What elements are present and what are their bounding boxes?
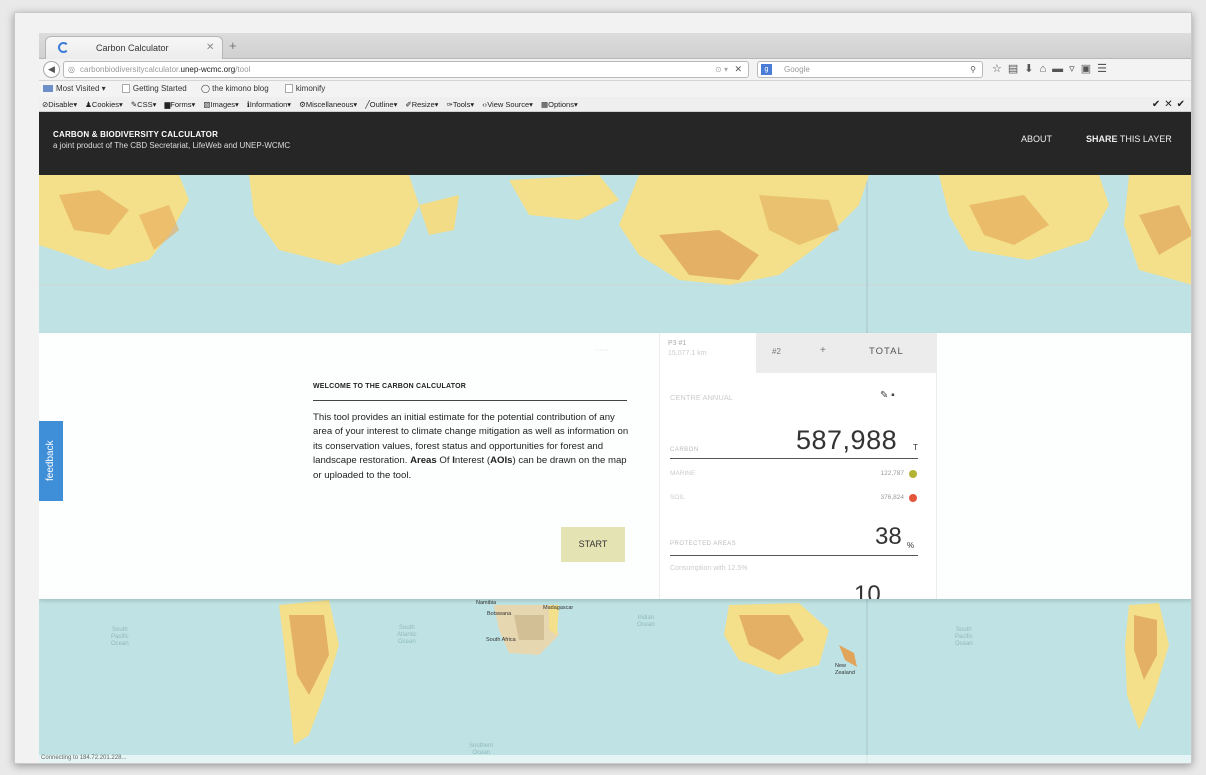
carbon-divider <box>670 458 918 459</box>
url-bar[interactable]: ◎ carbonbiodiversitycalculator.unep-wcmc… <box>63 61 749 78</box>
map-label-namibia: Namibia <box>476 600 497 606</box>
page-icon <box>121 84 130 93</box>
search-icon[interactable]: ⚲ <box>970 62 976 77</box>
devtool-cookies[interactable]: ♟Cookies▾ <box>85 100 123 109</box>
map-label-botswana: Botswana <box>487 611 512 617</box>
about-link[interactable]: ABOUT <box>1021 134 1052 144</box>
download-icon[interactable]: ⬇ <box>1024 63 1039 75</box>
url-path: /tool <box>235 65 251 74</box>
map-label-south-pacific: South Pacific Ocean <box>111 627 129 647</box>
toolbar-icons: ☆▤⬇⌂▬▿▣☰ <box>992 62 1113 75</box>
browser-window: Carbon Calculator ✕ + ◀ ◎ carbonbiodiver… <box>39 33 1191 763</box>
carbon-label: CARBON <box>670 447 699 453</box>
kimono-icon: ◯ <box>200 84 210 93</box>
map-label-south-pacific-2: South Pacific Ocean <box>955 627 973 647</box>
add-aoi-button[interactable]: + <box>820 345 826 356</box>
tab-aoi-2[interactable]: #2 <box>772 347 781 356</box>
bookmark-star-icon[interactable]: ☆ <box>992 63 1008 75</box>
map-label-new-zealand: New Zealand <box>835 663 855 676</box>
new-tab-icon[interactable]: + <box>229 38 237 53</box>
devtool-forms[interactable]: ▆Forms▾ <box>164 100 195 109</box>
carbon-sub-row-2: SOIL 376,824 <box>670 494 918 502</box>
url-prefix: carbonbiodiversitycalculator. <box>80 65 181 74</box>
status-bar: Connecting to 184.72.201.228... <box>39 755 1191 763</box>
search-bar[interactable]: g Google ⚲ <box>757 61 983 78</box>
tab-group: #2 + TOTAL <box>756 333 936 373</box>
edit-icon[interactable]: ✎ <box>880 390 888 401</box>
close-tab-icon[interactable]: ✕ <box>206 42 214 53</box>
devtool-options[interactable]: ▦Options▾ <box>541 100 578 109</box>
trash-icon[interactable]: ▪ <box>891 390 895 401</box>
folder-icon <box>43 85 53 92</box>
protected-areas-unit: % <box>907 541 915 550</box>
globe-icon: ◎ <box>68 65 75 74</box>
tab-aoi-1[interactable]: P3 #1 15,077.1 km <box>668 339 707 359</box>
loading-spinner-icon <box>58 42 69 53</box>
screenshot-frame: Carbon Calculator ✕ + ◀ ◎ carbonbiodiver… <box>14 12 1192 764</box>
extension-icon[interactable]: ▬ <box>1052 63 1069 75</box>
navigation-bar: ◀ ◎ carbonbiodiversitycalculator.unep-wc… <box>39 59 1191 81</box>
app-title[interactable]: CARBON & BIODIVERSITY CALCULATOR <box>53 130 218 139</box>
welcome-panel: WELCOME TO THE CARBON CALCULATOR This to… <box>39 333 1191 599</box>
protected-areas-label: PROTECTED AREAS <box>670 541 737 547</box>
back-button[interactable]: ◀ <box>43 61 60 78</box>
devtool-miscellaneous[interactable]: ⚙Miscellaneous▾ <box>299 100 357 109</box>
protected-areas-value: 38 <box>875 523 902 550</box>
bookmark-most-visited[interactable]: Most Visited ▾ <box>39 84 106 93</box>
devtool-status-icons: ✔✕✔ <box>1151 99 1189 110</box>
devtool-css[interactable]: ✎CSS▾ <box>131 100 156 109</box>
search-engine-icon[interactable]: g <box>761 64 772 75</box>
devtool-tools[interactable]: ✑Tools▾ <box>447 100 475 109</box>
next-metric-value: 10 <box>854 581 881 599</box>
devtool-outline[interactable]: ╱Outline▾ <box>365 100 397 109</box>
welcome-divider <box>313 400 627 401</box>
results-panel: P3 #1 15,077.1 km #2 + TOTAL CENTRE ANNUA… <box>659 333 937 599</box>
menu-icon[interactable]: ☰ <box>1097 63 1113 75</box>
devtool-information[interactable]: ℹInformation▾ <box>247 100 291 109</box>
carbon-unit: T <box>913 443 918 452</box>
map-label-south-africa: South Africa <box>486 637 516 643</box>
devtool-images[interactable]: ▧Images▾ <box>203 100 238 109</box>
addon-icon[interactable]: ▣ <box>1081 63 1097 75</box>
protected-areas-divider <box>670 555 918 556</box>
app-subtitle: a joint product of The CBD Secretariat, … <box>53 141 291 150</box>
feedback-tab[interactable]: feedback <box>39 421 63 501</box>
bookmark-kimono-blog[interactable]: ◯ the kimono blog <box>201 84 269 93</box>
carbon-value: 587,988 <box>796 425 898 455</box>
bookmark-kimonify[interactable]: kimonify <box>283 84 325 93</box>
tab-faded: ······ <box>595 347 609 354</box>
map-label-south-atlantic: South Atlantic Ocean <box>397 625 417 645</box>
dropdown-icon[interactable]: ⊙ ▾ <box>715 62 728 77</box>
page-icon <box>284 84 293 93</box>
aoi-name-field[interactable]: CENTRE ANNUAL <box>670 393 910 402</box>
search-placeholder: Google <box>784 65 810 74</box>
web-developer-toolbar: ⊘Disable▾ ♟Cookies▾ ✎CSS▾ ▆Forms▾ ▧Image… <box>39 97 1191 112</box>
map-label-indian-ocean: Indian Ocean <box>637 615 655 628</box>
map-label-madagascar: Madagascar <box>543 605 574 611</box>
status-dot-icon <box>909 494 917 502</box>
tab-title: Carbon Calculator <box>96 43 169 53</box>
share-layer-link[interactable]: SHARE THIS LAYER <box>1086 134 1172 144</box>
start-button[interactable]: START <box>561 527 625 562</box>
bookmarks-bar: Most Visited ▾ Getting Started ◯ the kim… <box>39 81 1191 97</box>
carbon-sub-row-1: MARINE 122,787 <box>670 470 918 478</box>
aoi-actions: ✎ ▪ <box>880 390 895 401</box>
devtool-disable[interactable]: ⊘Disable▾ <box>42 100 77 109</box>
welcome-text: This tool provides an initial estimate f… <box>313 412 629 481</box>
browser-tab[interactable]: Carbon Calculator ✕ <box>45 36 223 59</box>
app-header: CARBON & BIODIVERSITY CALCULATOR a joint… <box>39 112 1191 175</box>
status-dot-icon <box>909 470 917 478</box>
pocket-icon[interactable]: ▿ <box>1069 63 1081 75</box>
welcome-title: WELCOME TO THE CARBON CALCULATOR <box>313 383 467 390</box>
home-icon[interactable]: ⌂ <box>1040 63 1053 75</box>
tab-total[interactable]: TOTAL <box>869 346 904 357</box>
devtool-view-source[interactable]: ‹›View Source▾ <box>482 100 533 109</box>
protected-areas-subtext: Consumption with 12.5% <box>670 565 748 572</box>
stop-icon[interactable]: ✕ <box>734 62 742 77</box>
devtool-resize[interactable]: ✐Resize▾ <box>405 100 438 109</box>
reading-list-icon[interactable]: ▤ <box>1008 63 1024 75</box>
tab-strip: Carbon Calculator ✕ + <box>39 33 1191 59</box>
bookmark-getting-started[interactable]: Getting Started <box>120 84 187 93</box>
url-domain: unep-wcmc.org <box>180 65 236 74</box>
